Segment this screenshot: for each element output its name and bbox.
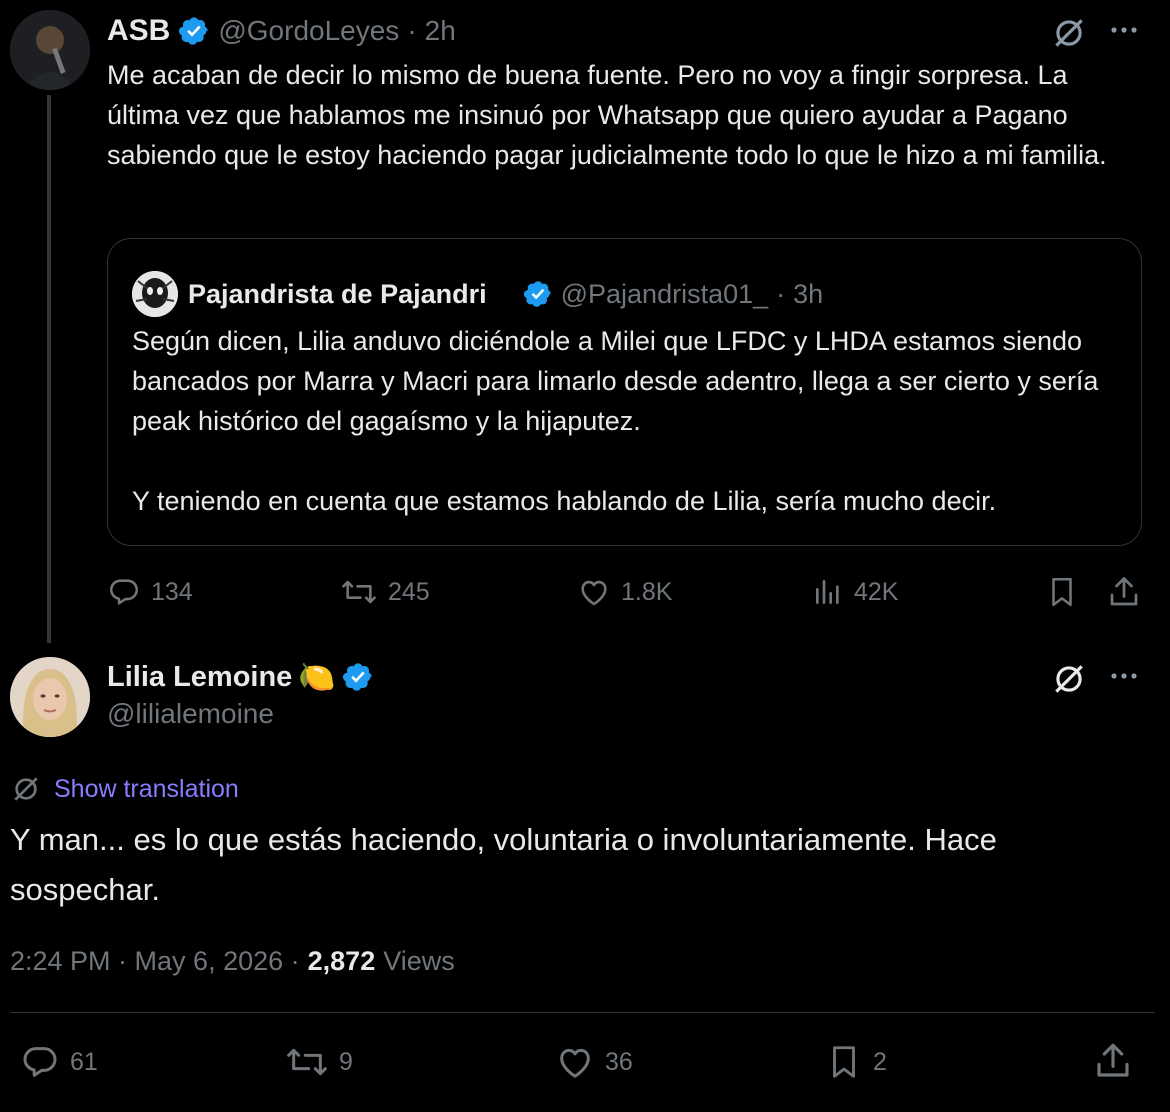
more-icon[interactable] [1108, 664, 1140, 688]
reply-count: 134 [151, 577, 193, 606]
lemon-emoji: 🍋 [298, 660, 336, 694]
quote-display-name: Pajandrista de Pajandri [188, 278, 487, 309]
bookmark-icon [825, 1041, 863, 1083]
quote-paragraph-2: Y teniendo en cuenta que estamos habland… [132, 486, 997, 516]
avatar-image [10, 657, 90, 737]
bookmark-icon[interactable] [1045, 574, 1079, 610]
show-translation-button[interactable]: Show translation [10, 770, 239, 808]
like-icon [577, 575, 611, 609]
timestamp[interactable]: 2h [425, 15, 456, 47]
views-count: 42K [854, 577, 899, 606]
like-count: 1.8K [621, 577, 673, 606]
like-count: 36 [605, 1047, 633, 1076]
verified-icon [523, 279, 553, 309]
parent-header: ASB @GordoLeyes · 2h [107, 10, 456, 52]
like-icon [555, 1042, 595, 1082]
timestamp[interactable]: 2:24 PM · May 6, 2026 · [10, 946, 300, 977]
repost-count: 9 [339, 1047, 353, 1076]
quoted-tweet[interactable]: Pajandrista de Pajandri @Pajandrista01_ … [107, 238, 1142, 546]
avatar[interactable] [10, 657, 90, 737]
share-icon[interactable] [1092, 1040, 1134, 1082]
avatar[interactable] [10, 10, 90, 90]
show-translation-label: Show translation [54, 774, 239, 803]
no-translate-icon[interactable] [1050, 660, 1088, 698]
quote-paragraph-1: Según dicen, Lilia anduvo diciéndole a M… [132, 326, 1099, 436]
reply-icon [20, 1042, 60, 1082]
repost-icon [285, 1042, 329, 1082]
reply-button[interactable]: 61 [20, 1040, 98, 1084]
reply-button[interactable]: 134 [107, 570, 193, 614]
views-button[interactable]: 42K [812, 570, 898, 614]
share-icon[interactable] [1106, 574, 1142, 610]
repost-button[interactable]: 9 [285, 1040, 353, 1084]
display-name[interactable]: ASB [107, 14, 170, 48]
repost-count: 245 [388, 577, 430, 606]
quote-handle: @Pajandrista01_ [560, 278, 769, 309]
repost-icon [340, 575, 378, 609]
views-count: 2,872 [307, 945, 376, 976]
views-icon [812, 575, 844, 609]
display-name[interactable]: Lilia Lemoine [107, 661, 292, 694]
main-text: Y man... es lo que estás haciendo, volun… [10, 822, 997, 907]
quote-timestamp: 3h [793, 278, 824, 309]
like-button[interactable]: 36 [555, 1040, 633, 1084]
thread-line [47, 95, 51, 643]
main-header: Lilia Lemoine 🍋 [107, 655, 374, 699]
like-button[interactable]: 1.8K [577, 570, 672, 614]
divider [10, 1012, 1155, 1013]
reply-count: 61 [70, 1047, 98, 1076]
bookmark-count: 2 [873, 1047, 887, 1076]
views-label: Views [383, 945, 455, 976]
verified-icon [178, 15, 210, 47]
quote-avatar [132, 271, 178, 317]
bookmark-button[interactable]: 2 [825, 1040, 887, 1084]
separator: · [407, 15, 417, 46]
no-translate-icon[interactable] [1050, 14, 1088, 52]
handle[interactable]: @lilialemoine [107, 698, 274, 730]
repost-button[interactable]: 245 [340, 570, 430, 614]
tweet-meta: 2:24 PM · May 6, 2026 · 2,872 Views [10, 940, 455, 982]
avatar-image [10, 10, 90, 90]
verified-icon [342, 661, 374, 693]
parent-text: Me acaban de decir lo mismo de buena fue… [107, 60, 1107, 170]
translate-icon [10, 773, 42, 805]
more-icon[interactable] [1108, 18, 1140, 42]
handle[interactable]: @GordoLeyes [218, 15, 399, 47]
separator: · [776, 278, 786, 309]
reply-icon [107, 575, 141, 609]
